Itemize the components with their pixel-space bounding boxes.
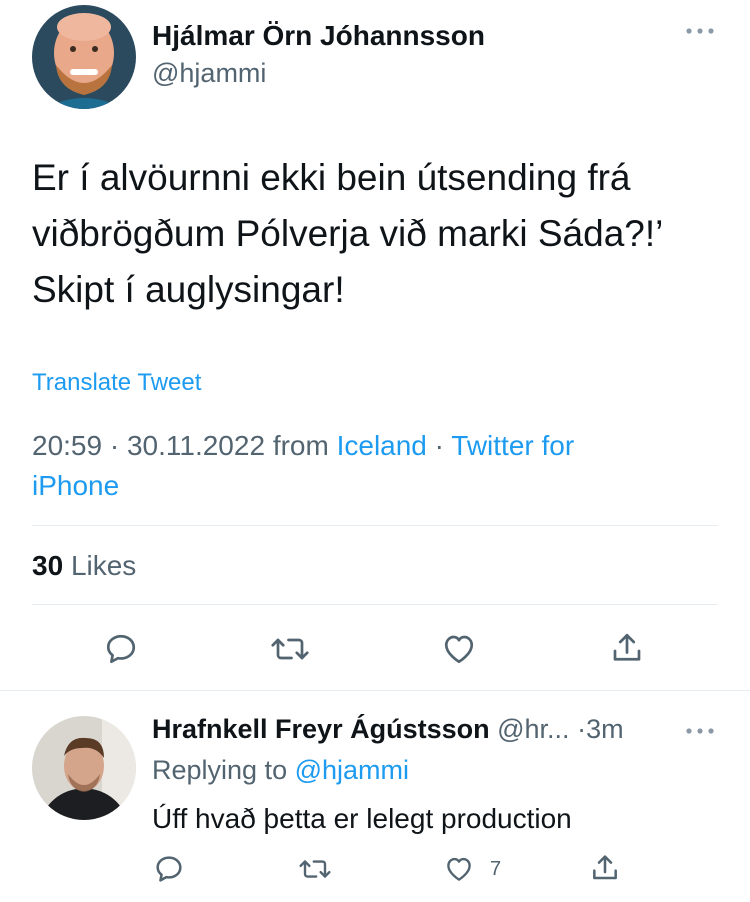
reply-author-avatar[interactable] xyxy=(32,716,136,820)
tweet-metadata: 20:59 · 30.11.2022 from Iceland · Twitte… xyxy=(32,426,712,506)
reply-reply-icon[interactable] xyxy=(153,853,185,885)
from-label: from xyxy=(272,430,329,461)
like-icon[interactable] xyxy=(440,631,478,667)
likes-stat[interactable]: 30 Likes xyxy=(32,550,136,582)
tweet-date: 30.11.2022 xyxy=(126,430,266,461)
divider-bottom xyxy=(0,690,750,691)
author-name[interactable]: Hjálmar Örn Jóhannsson xyxy=(152,20,485,52)
replying-to-label: Replying to xyxy=(152,755,288,785)
replying-to-line: Replying to @hjammi xyxy=(152,755,409,786)
author-avatar[interactable] xyxy=(32,5,136,109)
reply-separator: · xyxy=(577,714,587,744)
share-icon[interactable] xyxy=(609,629,645,667)
translate-tweet-link[interactable]: Translate Tweet xyxy=(32,369,201,397)
reply-author-name[interactable]: Hrafnkell Freyr Ágústsson xyxy=(152,714,490,744)
reply-retweet-icon[interactable] xyxy=(298,854,332,884)
more-options-icon[interactable] xyxy=(684,26,716,36)
meta-separator: · xyxy=(109,430,120,461)
tweet-text: Er í alvöurnni ekki bein útsending frá v… xyxy=(32,157,662,310)
reply-author-handle[interactable]: @hr... xyxy=(497,714,569,744)
reply-like-icon[interactable] xyxy=(443,854,475,884)
reply-time[interactable]: 3m xyxy=(586,714,624,744)
location-link[interactable]: Iceland xyxy=(337,430,427,461)
likes-count: 30 xyxy=(32,550,64,581)
retweet-icon[interactable] xyxy=(270,631,310,667)
reply-share-icon[interactable] xyxy=(589,852,621,884)
likes-label: Likes xyxy=(70,550,137,581)
author-handle[interactable]: @hjammi xyxy=(152,58,266,89)
replying-to-handle[interactable]: @hjammi xyxy=(295,755,409,785)
reply-icon[interactable] xyxy=(103,631,139,667)
client-line1[interactable]: Twitter for xyxy=(451,430,574,461)
divider-middle xyxy=(32,604,718,605)
divider-top xyxy=(32,525,718,526)
reply-more-options-icon[interactable] xyxy=(684,726,716,736)
reply-text: Úff hvað þetta er lelegt production xyxy=(152,803,572,834)
client-line2[interactable]: iPhone xyxy=(32,470,119,501)
reply-header: Hrafnkell Freyr Ágústsson @hr... ·3m xyxy=(152,714,682,745)
meta-separator-2: · xyxy=(434,430,444,461)
reply-like-count: 7 xyxy=(490,858,502,880)
tweet-time: 20:59 xyxy=(32,430,103,461)
